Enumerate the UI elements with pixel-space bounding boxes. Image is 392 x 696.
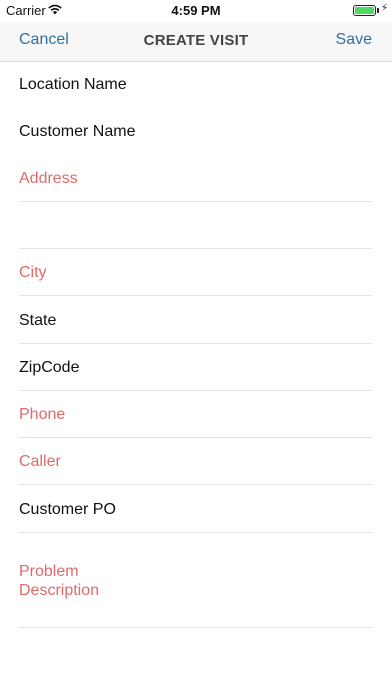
address-field[interactable]: Address <box>19 170 372 188</box>
battery-nub <box>377 8 379 13</box>
divider <box>19 295 372 296</box>
divider <box>19 248 372 249</box>
page-title: CREATE VISIT <box>143 32 249 49</box>
divider <box>19 437 372 438</box>
zipcode-field[interactable]: ZipCode <box>19 359 372 377</box>
problem-description-field[interactable]: Problem Description <box>19 562 119 600</box>
divider <box>19 627 372 628</box>
location-name-field[interactable]: Location Name <box>19 76 372 94</box>
divider <box>19 343 372 344</box>
city-field[interactable]: City <box>19 264 372 282</box>
state-field[interactable]: State <box>19 312 372 330</box>
divider <box>19 532 372 533</box>
save-button[interactable]: Save <box>336 31 372 49</box>
address-line-2-field[interactable] <box>19 217 372 239</box>
divider <box>19 390 372 391</box>
battery-icon <box>353 5 376 16</box>
customer-po-field[interactable]: Customer PO <box>19 501 372 519</box>
customer-name-field[interactable]: Customer Name <box>19 123 372 141</box>
status-bar: Carrier 4:59 PM ⚡ <box>0 0 392 22</box>
divider <box>19 201 372 202</box>
caller-field[interactable]: Caller <box>19 453 372 471</box>
divider <box>19 484 372 485</box>
phone-field[interactable]: Phone <box>19 406 372 424</box>
navigation-bar: Cancel CREATE VISIT Save <box>0 22 392 62</box>
charging-bolt-icon: ⚡ <box>381 3 389 14</box>
status-time: 4:59 PM <box>171 3 221 18</box>
